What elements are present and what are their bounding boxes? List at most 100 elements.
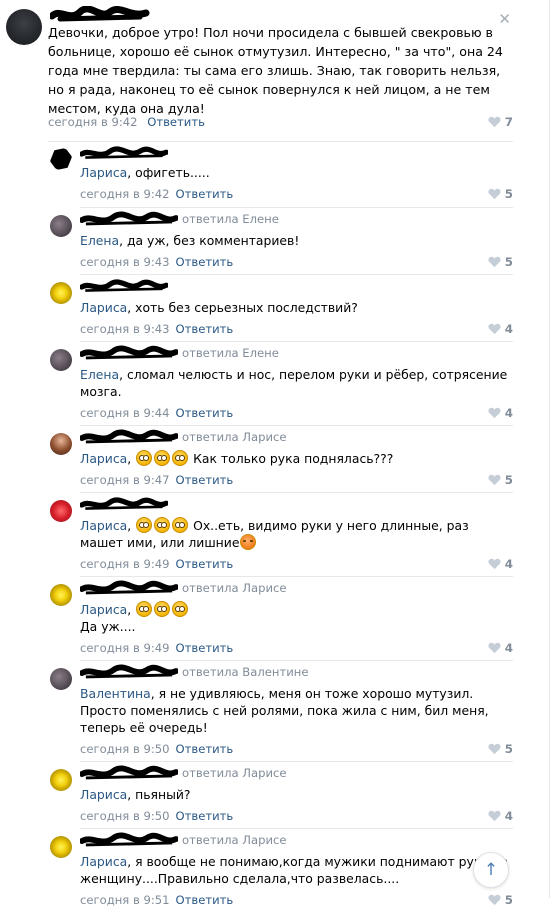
like-button[interactable]: 4: [488, 809, 513, 823]
reply-link[interactable]: Ответить: [176, 557, 234, 571]
heart-icon: [488, 323, 501, 335]
reply-link[interactable]: Ответить: [147, 115, 205, 129]
addressee-link[interactable]: Лариса: [80, 165, 127, 180]
like-button[interactable]: 5: [488, 255, 513, 269]
like-button[interactable]: 4: [488, 406, 513, 420]
comment: ответила Ларисе Лариса, пьяный? сегодня в …: [0, 762, 549, 829]
surprised-emoji-icon: [136, 450, 153, 466]
addressee-link[interactable]: Лариса: [80, 854, 127, 869]
like-count: 5: [504, 742, 513, 756]
comment-avatar[interactable]: [50, 500, 72, 522]
comment-avatar[interactable]: [50, 584, 72, 606]
reply-link[interactable]: Ответить: [176, 255, 234, 269]
addressee-link[interactable]: Лариса: [80, 300, 127, 315]
reply-target-label: ответила Елене: [182, 212, 279, 226]
comment-time[interactable]: сегодня в 9:50: [80, 742, 170, 756]
comment-text: Лариса, Ох..еть, видимо руки у него длин…: [80, 517, 469, 550]
like-count: 7: [504, 115, 513, 129]
comment: Лариса, Ох..еть, видимо руки у него длин…: [0, 493, 549, 577]
heart-icon: [488, 810, 501, 822]
surprised-emoji-icon: [172, 517, 189, 533]
comment-time[interactable]: сегодня в 9:43: [80, 255, 170, 269]
heart-icon: [488, 743, 501, 755]
comment-avatar[interactable]: [50, 433, 72, 455]
surprised-emoji-icon: [172, 601, 189, 617]
comment-time[interactable]: сегодня в 9:44: [80, 406, 170, 420]
addressee-link[interactable]: Валентина: [80, 686, 151, 701]
comment: ответила Елене Елена, сломал челюсть и но…: [0, 342, 549, 426]
comment-author-redacted: [80, 146, 168, 159]
like-count: 4: [504, 406, 513, 420]
comment-meta: сегодня в 9:44 Ответить: [80, 406, 233, 420]
addressee-link[interactable]: Лариса: [80, 602, 127, 617]
comment: Лариса, офигеть..... сегодня в 9:42 Ответи…: [0, 142, 549, 208]
heart-icon: [488, 474, 501, 486]
addressee-link[interactable]: Лариса: [80, 787, 127, 802]
heart-icon: [488, 642, 501, 654]
comment-author-redacted: [80, 345, 178, 360]
like-button[interactable]: 7: [488, 115, 513, 129]
like-button[interactable]: 5: [488, 893, 513, 907]
reply-link[interactable]: Ответить: [176, 893, 234, 907]
comment-text: Елена, сломал челюсть и нос, перелом рук…: [80, 366, 515, 400]
reply-link[interactable]: Ответить: [176, 809, 234, 823]
reply-link[interactable]: Ответить: [176, 187, 234, 201]
comment-author-redacted: [80, 497, 168, 510]
comment-text: Валентина, я не удивляюсь, меня он тоже …: [80, 685, 515, 736]
comment-time[interactable]: сегодня в 9:50: [80, 809, 170, 823]
comment-time[interactable]: сегодня в 9:51: [80, 893, 170, 907]
reply-link[interactable]: Ответить: [176, 742, 234, 756]
comment-text: Лариса, Да уж....: [80, 601, 515, 635]
comment-body: , я вообще не понимаю,когда мужики подни…: [80, 854, 509, 886]
comment-time[interactable]: сегодня в 9:49: [80, 641, 170, 655]
surprised-emoji-icon: [154, 450, 171, 466]
like-button[interactable]: 4: [488, 641, 513, 655]
author-avatar[interactable]: [6, 9, 42, 45]
comment: ответила Ларисе Лариса, я вообще не поним…: [0, 829, 549, 909]
like-button[interactable]: 5: [488, 742, 513, 756]
comment-time[interactable]: сегодня в 9:43: [80, 322, 170, 336]
comment-avatar[interactable]: [50, 769, 72, 791]
comment-author-redacted: [80, 580, 178, 595]
comment-meta: сегодня в 9:43 Ответить: [80, 322, 233, 336]
comment-avatar[interactable]: [50, 215, 72, 237]
comment-avatar[interactable]: [50, 836, 72, 858]
addressee-link[interactable]: Лариса: [80, 451, 127, 466]
comment-time[interactable]: сегодня в 9:47: [80, 473, 170, 487]
comment-time[interactable]: сегодня в 9:42: [80, 187, 170, 201]
author-name-redacted: [50, 6, 150, 22]
comment-avatar[interactable]: [50, 282, 72, 304]
comment-body: , хоть без серьезных последствий?: [127, 300, 358, 315]
reply-target-label: ответила Валентине: [182, 665, 309, 679]
addressee-link[interactable]: Елена: [80, 367, 119, 382]
like-button[interactable]: 4: [488, 322, 513, 336]
comment-text: Лариса, хоть без серьезных последствий?: [80, 299, 515, 316]
like-button[interactable]: 4: [488, 557, 513, 571]
post-meta: сегодня в 9:42 Ответить: [48, 115, 205, 129]
comment-avatar[interactable]: [50, 668, 72, 690]
arrow-up-icon[interactable]: ↑: [473, 852, 509, 888]
surprised-emoji-icon: [136, 601, 153, 617]
post-time[interactable]: сегодня в 9:42: [48, 115, 138, 129]
reply-link[interactable]: Ответить: [176, 641, 234, 655]
comment-avatar[interactable]: [50, 148, 72, 170]
reply-link[interactable]: Ответить: [176, 406, 234, 420]
comment-body: Как только рука поднялась???: [193, 451, 394, 466]
like-count: 4: [504, 322, 513, 336]
comment-avatar[interactable]: [50, 349, 72, 371]
like-count: 4: [504, 641, 513, 655]
like-count: 5: [504, 255, 513, 269]
addressee-link[interactable]: Елена: [80, 233, 119, 248]
comment-author-redacted: [80, 765, 178, 780]
comment-meta: сегодня в 9:51 Ответить: [80, 893, 233, 907]
reply-link[interactable]: Ответить: [176, 473, 234, 487]
reply-link[interactable]: Ответить: [176, 322, 234, 336]
comment-text: Елена, да уж, без комментариев!: [80, 232, 515, 249]
like-button[interactable]: 5: [488, 473, 513, 487]
comment-time[interactable]: сегодня в 9:49: [80, 557, 170, 571]
heart-icon: [488, 407, 501, 419]
comment-text: Лариса, офигеть.....: [80, 164, 515, 181]
heart-icon: [488, 256, 501, 268]
addressee-link[interactable]: Лариса: [80, 518, 127, 533]
like-button[interactable]: 5: [488, 187, 513, 201]
